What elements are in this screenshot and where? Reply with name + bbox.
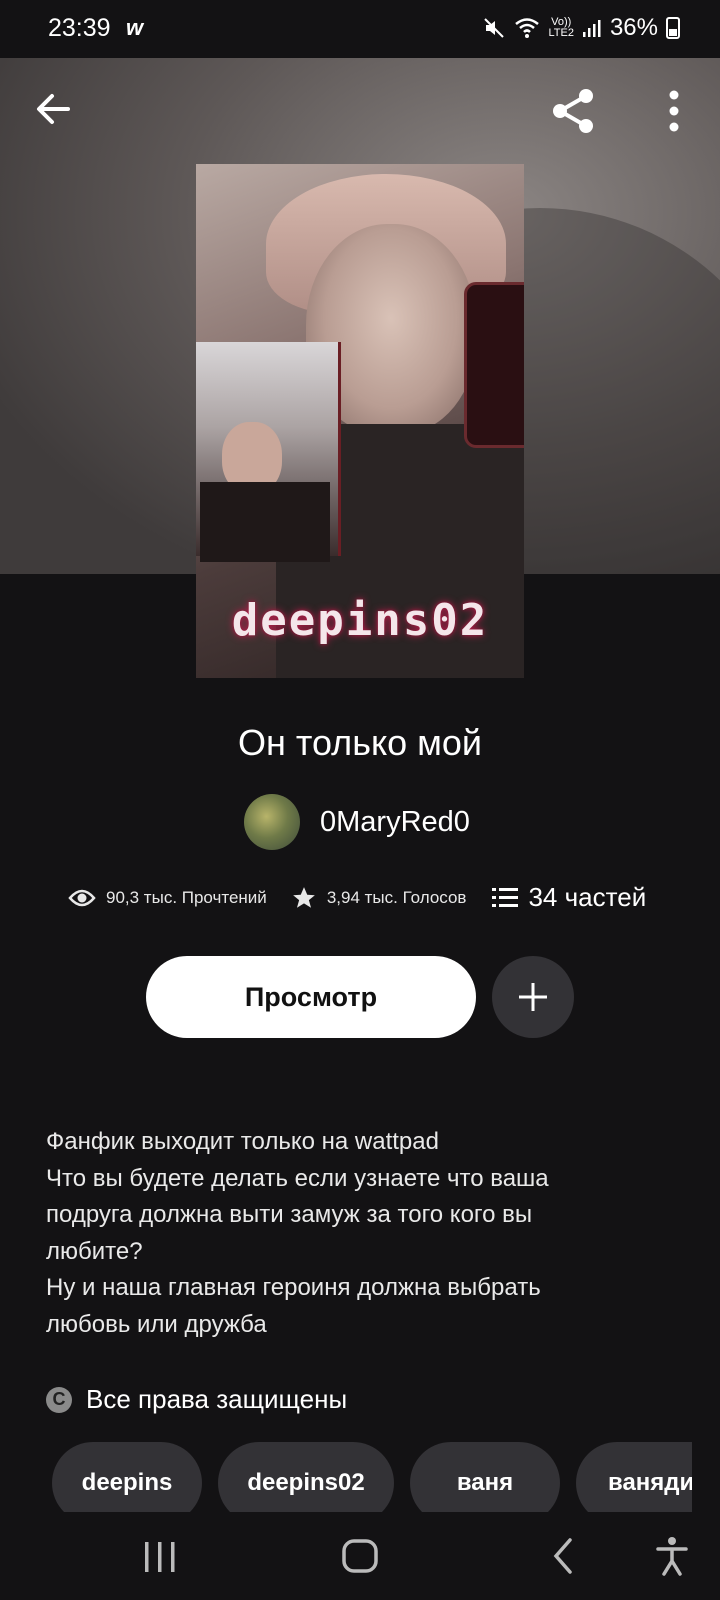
list-icon (492, 887, 519, 907)
read-button[interactable]: Просмотр (146, 956, 476, 1038)
story-cover[interactable]: deepins02 (196, 164, 524, 678)
description-line: Фанфик выходит только на wattpad (46, 1128, 439, 1155)
copyright-notice: C Все права защищены (46, 1384, 347, 1415)
system-navigation-bar (0, 1512, 720, 1600)
more-vertical-icon[interactable] (662, 88, 686, 134)
eye-icon (68, 889, 96, 906)
story-title: Он только мой (237, 722, 483, 763)
mute-icon (484, 18, 505, 38)
copyright-text: Все права защищены (86, 1384, 348, 1414)
cover-art-inset (196, 342, 341, 562)
network-type: Vo)) LTE2 (548, 17, 573, 39)
votes-stat: 3,94 тыс. Голосов (291, 885, 467, 911)
plus-icon (519, 983, 547, 1011)
signal-icon (582, 20, 601, 37)
tag-chip[interactable]: deepins02 (218, 1442, 394, 1512)
copyright-icon: C (46, 1386, 72, 1413)
wattpad-notification-icon: w (126, 15, 144, 40)
parts-stat[interactable]: 34 частей (492, 882, 646, 913)
recent-apps-icon[interactable] (142, 1534, 178, 1578)
cover-art-inset-body (200, 482, 330, 562)
author-link[interactable]: 0MaryRed0 (244, 794, 470, 850)
add-to-library-button[interactable] (492, 956, 574, 1038)
reads-stat: 90,3 тыс. Прочтений (68, 888, 267, 908)
author-name[interactable]: 0MaryRed0 (320, 806, 470, 839)
tag-chip[interactable]: ваня (410, 1442, 560, 1512)
home-icon[interactable] (340, 1534, 380, 1578)
status-indicators: Vo)) LTE2 36% (482, 14, 680, 42)
network-lte: LTE2 (548, 27, 574, 39)
cover-art-phone (464, 282, 524, 448)
votes-count: 3,94 тыс. Голосов (326, 887, 467, 907)
accessibility-icon[interactable] (654, 1534, 690, 1578)
tag-chip[interactable]: deepins (52, 1442, 202, 1512)
description-line: любите? (46, 1237, 143, 1265)
author-avatar[interactable] (244, 794, 300, 850)
description-line: любовь или дружба (46, 1310, 267, 1338)
story-description: Фанфик выходит только на wattpad Что вы … (46, 1124, 666, 1343)
back-icon[interactable] (548, 1534, 578, 1578)
status-bar: 23:39 w Vo)) LTE2 36% (0, 0, 720, 58)
wifi-icon (515, 18, 540, 38)
reads-count: 90,3 тыс. Прочтений (106, 887, 267, 907)
description-line: Что вы будете делать если узнаете что ва… (46, 1164, 549, 1192)
share-icon[interactable] (548, 86, 598, 136)
tag-list[interactable]: deepins deepins02 ваня ваняди (52, 1442, 692, 1512)
description-line: Ну и наша главная героиня должна выбрать (46, 1274, 541, 1301)
tag-chip[interactable]: ваняди (576, 1442, 692, 1512)
parts-count[interactable]: 34 частей (528, 882, 646, 913)
story-stats: 90,3 тыс. Прочтений 3,94 тыс. Голосов 34… (68, 882, 646, 913)
cover-watermark-text: deepins02 (231, 595, 489, 646)
battery-icon (666, 17, 680, 39)
back-arrow-icon[interactable] (32, 88, 74, 130)
description-line: подруга должна выти замуж за того кого в… (46, 1201, 533, 1228)
status-time: 23:39 (48, 14, 111, 42)
star-icon (292, 886, 315, 908)
battery-percent: 36% (609, 14, 658, 41)
